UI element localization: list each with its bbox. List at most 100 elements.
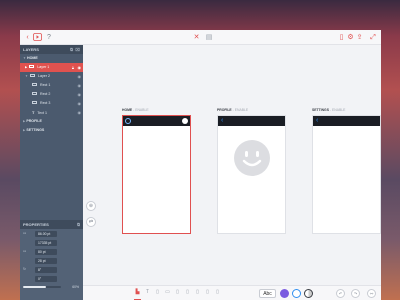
back-chevron-icon[interactable]: ‹ [316,116,318,126]
rectangle-icon [32,101,37,104]
layer-row-rect1[interactable]: Rect 1 ◉ [20,81,83,90]
text-tool-icon: T [145,289,150,295]
profile-avatar-icon[interactable] [182,118,188,124]
collapse-arrow-icon[interactable]: ▶ [23,128,25,132]
layer-label: Rect 2 [40,92,51,96]
status-bar [123,116,190,126]
preview-button[interactable] [33,33,42,42]
layer-row-text1[interactable]: T Text 1 ◉ [20,108,83,117]
text-style-button[interactable]: Abc [259,289,276,298]
collapse-arrow-icon[interactable]: ▶ [25,65,27,69]
tool-image[interactable]: ▯ [174,288,181,299]
expand-arrow-icon[interactable]: ▼ [25,74,28,78]
help-icon[interactable]: ? [46,33,52,42]
layer-row-rect3[interactable]: Rect 3 ◉ [20,99,83,108]
close-icon[interactable]: ✕ [192,33,201,42]
artboard-canvas[interactable]: ⊕ ⇄ HOME - ENABLE PROFILE - ENABLE ‹ SET… [83,45,381,285]
size-icon: ▭ [23,249,27,253]
layer-label: Rect 1 [40,83,51,87]
position-icon: ▭ [23,231,27,235]
visibility-icon[interactable]: ◉ [78,83,82,88]
link-button[interactable]: ⇄ [86,217,96,227]
smiley-avatar-icon [234,140,270,176]
add-layer-icon[interactable]: ⧉ [70,45,73,54]
image-tool-icon: ▯ [176,289,179,295]
tool-component[interactable]: ▯ [204,288,211,299]
status-bar: ‹ [218,116,285,126]
group-label: HOME [26,56,38,60]
color-swatch-contrast[interactable] [304,289,313,298]
button-tool-icon: ▭ [165,289,170,295]
tool-more[interactable]: ▯ [214,288,221,299]
expand-arrow-icon[interactable]: ▼ [23,56,26,60]
component-tool-icon: ▯ [206,289,209,295]
layer-row-rect2[interactable]: Rect 2 ◉ [20,90,83,99]
tool-select[interactable]: ▙ [134,288,141,299]
tool-text[interactable]: T [144,288,151,299]
bottom-toolbar: ▙ T ▯ ▭ ▯ ▯ ▯ ▯ ▯ Abc ↶ ↷ ⚯ [83,285,381,300]
device-icon[interactable]: ▯ [338,33,345,42]
gear-icon[interactable]: ⚙ [347,33,354,42]
trash-icon[interactable]: ⌧ [75,45,80,54]
tool-rectangle[interactable]: ▯ [154,288,161,299]
screen-label-profile: PROFILE - ENABLE [217,108,248,112]
rectangle-icon [32,92,37,95]
more-tool-icon: ▯ [216,289,219,295]
visibility-icon[interactable]: ◉ [78,110,82,115]
prop-y-field[interactable]: 17335 pt [35,239,57,246]
screen-settings[interactable]: ‹ [312,115,381,234]
group-row-profile[interactable]: ▶ PROFILE [20,117,83,126]
opacity-slider-fill [23,286,46,288]
group-row-settings[interactable]: ▶ SETTINGS [20,126,83,135]
prop-row-x: ▭ 86.00 pt [20,229,83,238]
back-chevron-icon[interactable]: ‹ [24,33,31,42]
collapse-arrow-icon[interactable]: ▶ [23,119,25,123]
prop-rotation-field[interactable]: 8° [35,266,57,273]
opacity-slider-track[interactable] [23,286,61,288]
back-chevron-icon[interactable]: ‹ [221,116,223,126]
tool-button[interactable]: ▭ [164,288,171,299]
link-chain-button[interactable]: ⚯ [367,289,376,298]
properties-panel: PROPERTIES ⧉ ▭ 86.00 pt 17335 pt ▭ 80 pt… [20,220,83,300]
status-bar: ‹ [313,116,380,126]
layer-label: Text 1 [37,111,47,115]
top-toolbar: ‹ ? ✕ ▤ ▯ ⚙ ⇪ ⤢ [20,30,381,45]
share-icon[interactable]: ⇪ [356,33,363,42]
screen-profile[interactable]: ‹ [217,115,286,234]
prop-h-field[interactable]: 28 pt [35,257,57,264]
properties-header: PROPERTIES ⧉ [20,220,83,229]
screen-status: - ENABLE [133,108,149,112]
text-style-label: Abc [263,291,272,297]
properties-options-icon[interactable]: ⧉ [77,220,80,229]
group-row-home[interactable]: ▼ HOME [20,54,83,63]
home-icon[interactable] [125,118,131,124]
expand-icon[interactable]: ⤢ [369,33,377,42]
group-label: SETTINGS [26,128,45,132]
visibility-icon[interactable]: ◉ [78,92,82,97]
tool-list[interactable]: ▯ [184,288,191,299]
tool-hotspot[interactable]: ▯ [194,288,201,299]
color-swatch-purple[interactable] [280,289,289,298]
lock-icon[interactable]: 🔒︎ [72,63,74,72]
group-label: PROFILE [26,119,42,123]
screen-label-settings: SETTINGS - ENABLE [312,108,345,112]
prop-x-field[interactable]: 86.00 pt [35,230,57,237]
grid-icon[interactable]: ▤ [205,33,213,42]
layer-row-layer2[interactable]: ▼ Layer 2 ◉ [20,72,83,81]
prop-row-skew: 0° [20,274,83,283]
add-screen-button[interactable]: ⊕ [86,201,96,211]
properties-title: PROPERTIES [23,222,49,227]
prop-w-field[interactable]: 80 pt [35,248,57,255]
visibility-icon[interactable]: ◉ [78,74,82,79]
undo-button[interactable]: ↶ [336,289,345,298]
screen-home[interactable] [122,115,191,234]
color-swatch-blue[interactable] [292,289,301,298]
prop-skew-field[interactable]: 0° [35,275,57,282]
visibility-icon[interactable]: ◉ [78,65,82,70]
redo-button[interactable]: ↷ [351,289,360,298]
layer-row-layer1[interactable]: ▶ Layer 1 🔒︎ ◉ [20,63,83,72]
opacity-row: 60% [20,283,83,292]
rectangle-icon [29,65,35,68]
visibility-icon[interactable]: ◉ [78,101,82,106]
screen-status: - ENABLE [232,108,249,112]
